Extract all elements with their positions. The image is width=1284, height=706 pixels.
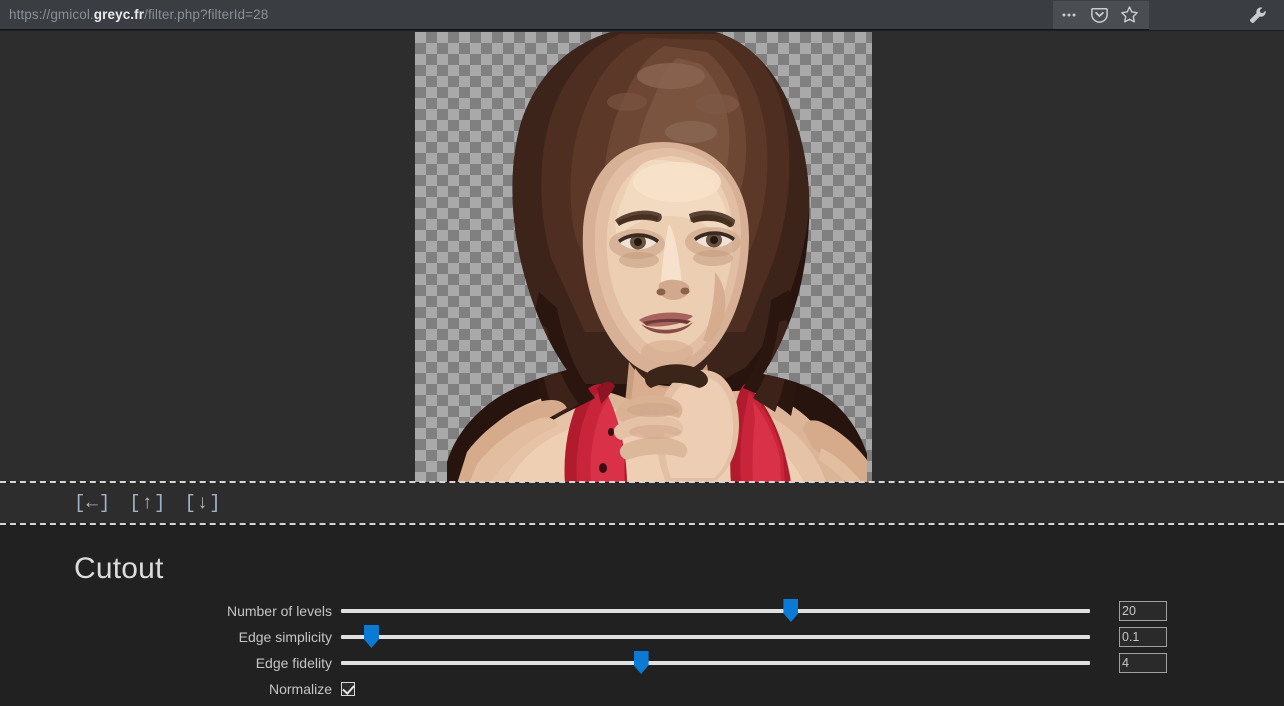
star-icon[interactable] bbox=[1115, 2, 1143, 28]
value-input-levels[interactable] bbox=[1119, 601, 1167, 621]
parameter-label-levels: Number of levels bbox=[226, 603, 332, 619]
preview-area bbox=[0, 31, 1284, 482]
parameter-row-normalize: Normalize bbox=[0, 676, 1284, 702]
parameter-label-fidelity: Edge fidelity bbox=[255, 655, 332, 671]
nav-up-button[interactable]: [↑] bbox=[129, 492, 166, 514]
slider-thumb-simplicity[interactable] bbox=[363, 625, 379, 648]
parameter-row-levels: Number of levels bbox=[0, 598, 1284, 624]
value-input-fidelity[interactable] bbox=[1119, 653, 1167, 673]
portrait-graphic bbox=[447, 32, 867, 482]
more-horizontal-icon[interactable] bbox=[1055, 2, 1083, 28]
parameter-row-simplicity: Edge simplicity bbox=[0, 624, 1284, 650]
slider-fidelity[interactable] bbox=[341, 650, 1090, 676]
parameter-list: Number of levels Edge simplicity Edge fi… bbox=[0, 598, 1284, 702]
nav-back-button[interactable]: [←] bbox=[74, 492, 111, 514]
url-domain: greyc.fr bbox=[93, 7, 145, 22]
pocket-shield-icon[interactable] bbox=[1085, 2, 1113, 28]
url-path: /filter.php?filterId=28 bbox=[144, 7, 269, 22]
slider-track-levels bbox=[341, 609, 1090, 613]
value-input-simplicity[interactable] bbox=[1119, 627, 1167, 647]
checkbox-wrap-normalize bbox=[341, 676, 1090, 702]
navigation-strip: [←] [↑] [↓] bbox=[0, 483, 1284, 523]
checkbox-normalize[interactable] bbox=[341, 682, 355, 696]
parameter-label-simplicity: Edge simplicity bbox=[238, 629, 332, 645]
filter-preview-image[interactable] bbox=[415, 32, 872, 482]
url-scheme: https://gmicol. bbox=[9, 7, 94, 22]
parameter-row-fidelity: Edge fidelity bbox=[0, 650, 1284, 676]
navigation-buttons: [←] [↑] [↓] bbox=[74, 492, 222, 514]
slider-levels[interactable] bbox=[341, 598, 1090, 624]
slider-thumb-levels[interactable] bbox=[783, 599, 799, 622]
browser-action-group bbox=[1053, 0, 1149, 29]
browser-right-group bbox=[1149, 0, 1284, 30]
slider-thumb-fidelity[interactable] bbox=[633, 651, 649, 674]
browser-toolbar: https://gmicol.greyc.fr/filter.php?filte… bbox=[0, 0, 1284, 30]
address-bar[interactable]: https://gmicol.greyc.fr/filter.php?filte… bbox=[0, 0, 1053, 29]
parameter-label-normalize: Normalize bbox=[268, 681, 332, 697]
wrench-icon[interactable] bbox=[1244, 2, 1272, 28]
slider-simplicity[interactable] bbox=[341, 624, 1090, 650]
filter-panel: Cutout Number of levels Edge simplicity … bbox=[0, 525, 1284, 706]
filter-title: Cutout bbox=[74, 552, 164, 585]
slider-track-fidelity bbox=[341, 661, 1090, 665]
nav-down-button[interactable]: [↓] bbox=[184, 492, 221, 514]
slider-track-simplicity bbox=[341, 635, 1090, 639]
